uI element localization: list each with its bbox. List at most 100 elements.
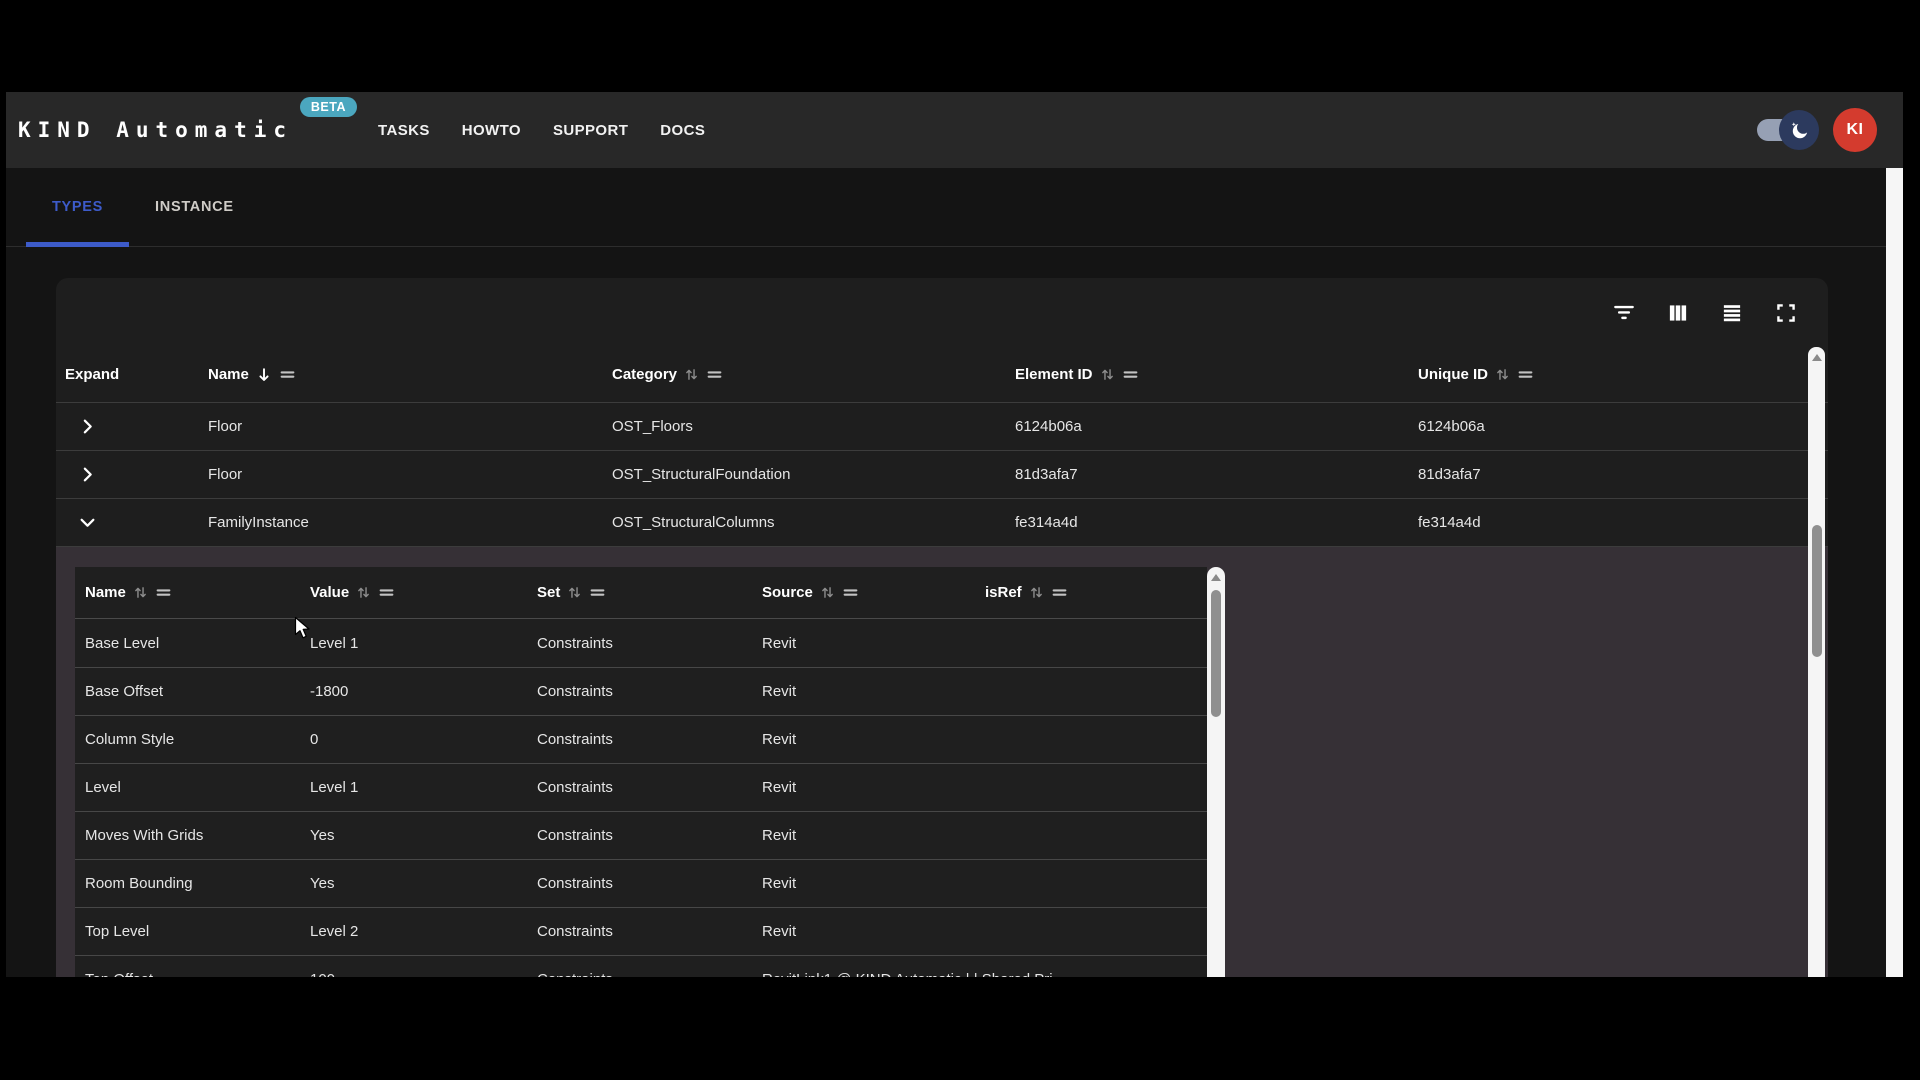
nav-link-support[interactable]: SUPPORT — [544, 116, 637, 145]
cell-name: Floor — [208, 466, 612, 483]
collapse-row-button[interactable] — [71, 507, 103, 539]
tab-instance[interactable]: INSTANCE — [129, 168, 260, 246]
density-button[interactable] — [1718, 299, 1746, 327]
sort-updown-icon — [684, 367, 699, 382]
expand-row-button[interactable] — [71, 459, 103, 491]
detail-cell-source: Revit — [762, 779, 985, 796]
detail-table-row[interactable]: Base Offset-1800ConstraintsRevit — [75, 667, 1207, 715]
column-header-label: Set — [537, 584, 560, 601]
cell-category: OST_StructuralFoundation — [612, 466, 1015, 483]
scroll-up-arrow-icon — [1211, 574, 1221, 581]
sort-desc-icon — [256, 367, 272, 383]
table-row[interactable]: Floor OST_StructuralFoundation 81d3afa7 … — [56, 450, 1828, 498]
column-menu-icon — [1122, 366, 1139, 383]
cell-element-id: fe314a4d — [1015, 514, 1418, 531]
browser-scrollbar[interactable] — [1886, 168, 1903, 977]
scroll-up-arrow-icon — [1812, 354, 1822, 361]
detail-cell-value: Yes — [310, 827, 537, 844]
table-row[interactable]: Floor OST_Floors 6124b06a 6124b06a — [56, 402, 1828, 450]
sort-updown-icon — [133, 585, 148, 600]
sort-updown-icon — [567, 585, 582, 600]
chevron-right-icon — [79, 466, 96, 483]
chevron-right-icon — [79, 418, 96, 435]
grid-scrollbar[interactable] — [1808, 347, 1825, 977]
moon-icon — [1779, 110, 1819, 150]
column-header-label: Name — [85, 584, 126, 601]
detail-cell-set: Constraints — [537, 923, 762, 940]
detail-table-row[interactable]: Column Style0ConstraintsRevit — [75, 715, 1207, 763]
nav-link-tasks[interactable]: TASKS — [369, 116, 439, 145]
detail-column-header-isref[interactable]: isRef — [985, 584, 1207, 601]
logo: KIND Automatic BETA — [18, 118, 293, 142]
navbar-right: KI — [1757, 108, 1903, 152]
detail-cell-value: Level 2 — [310, 923, 537, 940]
detail-table-row[interactable]: Top LevelLevel 2ConstraintsRevit — [75, 907, 1207, 955]
tab-types[interactable]: TYPES — [26, 168, 129, 246]
scrollbar-thumb[interactable] — [1211, 590, 1221, 717]
detail-table-row[interactable]: Base LevelLevel 1ConstraintsRevit — [75, 619, 1207, 667]
column-header-unique-id[interactable]: Unique ID — [1418, 366, 1828, 383]
fullscreen-button[interactable] — [1772, 299, 1800, 327]
cell-unique-id: 81d3afa7 — [1418, 466, 1828, 483]
filter-icon — [1611, 300, 1637, 326]
column-header-element-id[interactable]: Element ID — [1015, 366, 1418, 383]
detail-table-row[interactable]: Room BoundingYesConstraintsRevit — [75, 859, 1207, 907]
column-menu-icon — [378, 584, 395, 601]
fullscreen-icon — [1773, 300, 1799, 326]
detail-cell-set: Constraints — [537, 779, 762, 796]
detail-cell-set: Constraints — [537, 827, 762, 844]
detail-panel: Name Value Set Source isRef Base LevelLevel … — [56, 546, 1828, 977]
cell-unique-id: 6124b06a — [1418, 418, 1828, 435]
dark-mode-toggle[interactable] — [1757, 110, 1819, 150]
column-header-label: Source — [762, 584, 813, 601]
sort-updown-icon — [1029, 585, 1044, 600]
detail-column-header-set[interactable]: Set — [537, 584, 762, 601]
column-menu-icon — [589, 584, 606, 601]
detail-cell-name: Moves With Grids — [85, 827, 310, 844]
column-menu-icon — [1517, 366, 1534, 383]
column-header-name[interactable]: Name — [208, 366, 612, 383]
scrollbar-thumb[interactable] — [1812, 525, 1822, 657]
avatar[interactable]: KI — [1833, 108, 1877, 152]
column-header-expand: Expand — [65, 366, 208, 383]
expand-cell — [65, 507, 208, 539]
filter-button[interactable] — [1610, 299, 1638, 327]
grid-header-row: ExpandNameCategory Element IDUnique ID — [56, 347, 1828, 402]
cell-element-id: 6124b06a — [1015, 418, 1418, 435]
column-menu-icon — [706, 366, 723, 383]
expand-row-button[interactable] — [71, 411, 103, 443]
detail-cell-name: Column Style — [85, 731, 310, 748]
detail-cell-source: Revit — [762, 923, 985, 940]
data-grid: ExpandNameCategoryElement IDUnique ID Fl… — [56, 278, 1828, 977]
detail-column-header-value[interactable]: Value — [310, 584, 537, 601]
columns-button[interactable] — [1664, 299, 1692, 327]
cell-element-id: 81d3afa7 — [1015, 466, 1418, 483]
detail-table-row[interactable]: LevelLevel 1ConstraintsRevit — [75, 763, 1207, 811]
column-header-label: Category — [612, 366, 677, 383]
detail-column-header-source[interactable]: Source — [762, 584, 985, 601]
expand-cell — [65, 459, 208, 491]
beta-badge: BETA — [300, 97, 357, 117]
column-header-category[interactable]: Category — [612, 366, 1015, 383]
app-viewport: KIND Automatic BETA TASKS HOWTO SUPPORT … — [6, 92, 1903, 977]
detail-table-row[interactable]: Top Offset100ConstraintsRevitLink1 @ KIN… — [75, 955, 1207, 977]
density-icon — [1719, 300, 1745, 326]
detail-panel-inner: Name Value Set Source isRef Base LevelLevel … — [56, 547, 1828, 977]
nav-link-docs[interactable]: DOCS — [651, 116, 714, 145]
detail-column-header-name[interactable]: Name — [85, 584, 310, 601]
column-menu-icon — [279, 366, 296, 383]
expand-cell — [65, 411, 208, 443]
detail-table-row[interactable]: Moves With GridsYesConstraintsRevit — [75, 811, 1207, 859]
nav-link-howto[interactable]: HOWTO — [453, 116, 530, 145]
tab-label: TYPES — [52, 199, 103, 215]
columns-icon — [1665, 300, 1691, 326]
sort-updown-icon — [1495, 367, 1510, 382]
detail-grid-header-row: Name Value Set Source isRef — [75, 567, 1207, 619]
app-title: KIND Automatic — [18, 118, 293, 142]
detail-cell-source: Revit — [762, 731, 985, 748]
detail-grid-rows: Base LevelLevel 1ConstraintsRevit Base O… — [75, 619, 1207, 977]
column-header-label: Value — [310, 584, 349, 601]
table-row[interactable]: FamilyInstance OST_StructuralColumns fe3… — [56, 498, 1828, 546]
column-menu-icon — [155, 584, 172, 601]
detail-grid-scrollbar[interactable] — [1207, 567, 1225, 977]
